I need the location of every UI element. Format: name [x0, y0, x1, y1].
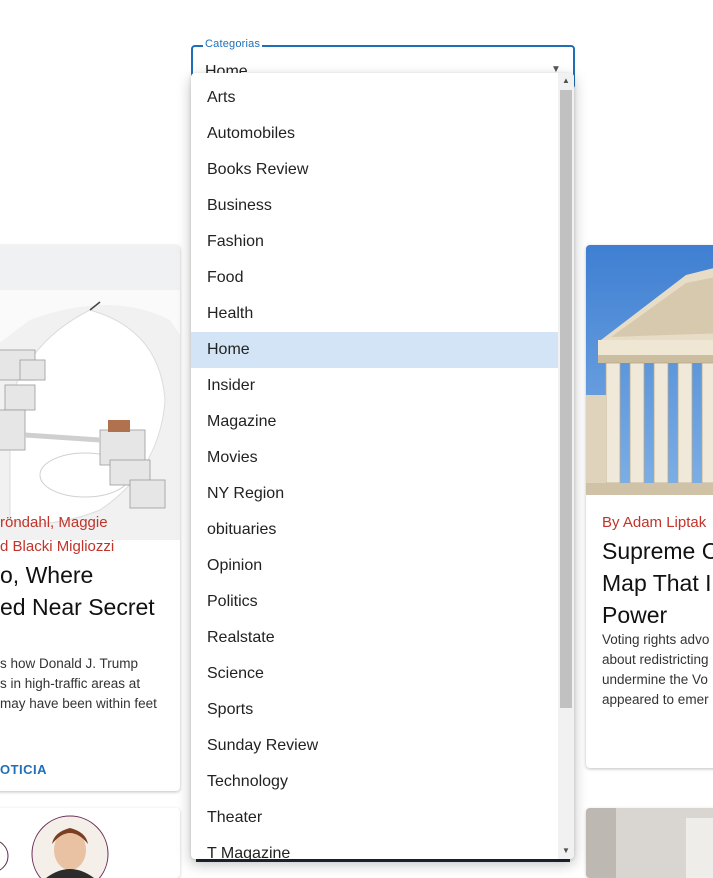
article-headline[interactable]: Supreme C: [602, 535, 713, 567]
article-headline[interactable]: Power: [602, 599, 667, 631]
menu-item-theater[interactable]: Theater: [191, 800, 558, 836]
menu-item-fashion[interactable]: Fashion: [191, 224, 558, 260]
article-abstract: s how Donald J. Trump: [0, 656, 139, 671]
article-abstract: appeared to emer: [602, 692, 709, 707]
article-image: [0, 290, 180, 540]
news-card: röndahl, Maggie d Blacki Migliozzi o, Wh…: [0, 245, 180, 791]
menu-item-sunday-review[interactable]: Sunday Review: [191, 728, 558, 764]
menu-item-sports[interactable]: Sports: [191, 692, 558, 728]
menu-item-politics[interactable]: Politics: [191, 584, 558, 620]
scroll-down-arrow-icon[interactable]: ▼: [558, 843, 574, 859]
news-card: By Adam Liptak Supreme C Map That I Powe…: [586, 245, 713, 768]
article-image: [586, 245, 713, 495]
menu-item-technology[interactable]: Technology: [191, 764, 558, 800]
category-options-list: Arts Automobiles Books Review Business Fashi…: [191, 80, 558, 859]
article-byline: röndahl, Maggie: [0, 514, 108, 531]
article-headline[interactable]: Map That I: [602, 567, 712, 599]
category-dropdown-menu[interactable]: Arts Automobiles Books Review Business Fashi…: [191, 73, 574, 859]
menu-item-realstate[interactable]: Realstate: [191, 620, 558, 656]
menu-item-opinion[interactable]: Opinion: [191, 548, 558, 584]
menu-item-science[interactable]: Science: [191, 656, 558, 692]
menu-item-automobiles[interactable]: Automobiles: [191, 116, 558, 152]
article-headline[interactable]: ed Near Secret: [0, 591, 155, 623]
menu-item-health[interactable]: Health: [191, 296, 558, 332]
article-byline: By Adam Liptak: [602, 514, 707, 531]
category-select-label: Categorias: [203, 38, 263, 50]
article-abstract: about redistricting: [602, 652, 709, 667]
article-abstract: s in high-traffic areas at: [0, 676, 141, 691]
news-card: [0, 808, 180, 878]
card-header-band: [0, 245, 180, 290]
menu-scrollbar[interactable]: ▲ ▼: [558, 73, 574, 859]
menu-item-insider[interactable]: Insider: [191, 368, 558, 404]
scroll-up-arrow-icon[interactable]: ▲: [558, 73, 574, 89]
menu-item-books-review[interactable]: Books Review: [191, 152, 558, 188]
article-abstract: undermine the Vo: [602, 672, 708, 687]
read-more-link[interactable]: OTICIA: [0, 762, 47, 777]
article-abstract: Voting rights advo: [602, 632, 710, 647]
menu-item-ny-region[interactable]: NY Region: [191, 476, 558, 512]
menu-item-business[interactable]: Business: [191, 188, 558, 224]
article-byline: d Blacki Migliozzi: [0, 538, 115, 555]
menu-item-obituaries[interactable]: obituaries: [191, 512, 558, 548]
menu-item-magazine[interactable]: Magazine: [191, 404, 558, 440]
scrollbar-thumb[interactable]: [560, 90, 572, 708]
menu-item-t-magazine[interactable]: T Magazine: [191, 836, 558, 859]
article-headline[interactable]: o, Where: [0, 559, 93, 591]
menu-item-movies[interactable]: Movies: [191, 440, 558, 476]
menu-item-arts[interactable]: Arts: [191, 80, 558, 116]
menu-item-home[interactable]: Home: [191, 332, 558, 368]
article-abstract: may have been within feet: [0, 696, 157, 711]
menu-item-food[interactable]: Food: [191, 260, 558, 296]
news-card: [586, 808, 713, 878]
